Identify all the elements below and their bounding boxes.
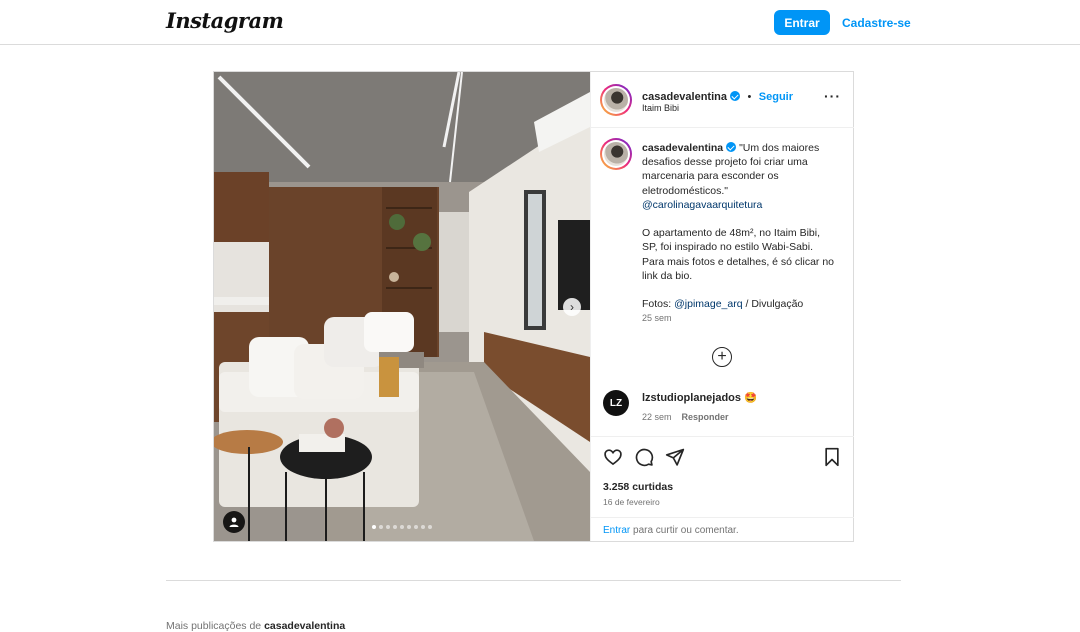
top-navbar: Instagram Entrar Cadastre-se [0,0,1080,45]
heart-icon[interactable] [603,447,623,467]
carousel-dot [421,525,425,529]
commenter-avatar[interactable]: LZ [603,390,629,416]
more-posts-username[interactable]: casadevalentina [264,620,345,632]
comment-text: 🤩 [743,392,758,404]
reply-button[interactable]: Responder [682,412,729,422]
login-prompt-text: para curtir ou comentar. [630,525,739,536]
verified-icon [730,91,740,101]
post-card: › casadevalentina • Seguir Itaim Bibi ··… [213,71,854,542]
carousel-indicators [372,525,432,529]
separator-dot: • [747,91,752,103]
bookmark-icon[interactable] [823,447,841,467]
login-prompt: Entrar para curtir ou comentar. [591,517,854,541]
login-prompt-link[interactable]: Entrar [603,525,630,536]
carousel-dot [379,525,383,529]
more-posts-prefix: Mais publicações de [166,620,265,632]
add-circle-icon[interactable]: + [712,347,732,367]
commenter-username[interactable]: lzstudioplanejados [642,392,741,404]
signup-link[interactable]: Cadastre-se [842,16,911,30]
likes-count[interactable]: 3.258 curtidas [603,481,673,493]
photo-credit-link[interactable]: @jpimage_arq [674,298,742,310]
carousel-dot [393,525,397,529]
carousel-dot [428,525,432,529]
author-username[interactable]: casadevalentina [642,91,727,103]
photo-credit-suffix: / Divulgação [742,298,804,311]
carousel-dot [386,525,390,529]
share-icon[interactable] [665,447,685,467]
instagram-logo[interactable]: Instagram [166,8,284,33]
post-actions: 3.258 curtidas 16 de fevereiro [591,436,854,516]
post-sidebar: casadevalentina • Seguir Itaim Bibi ··· … [590,72,854,541]
caption-body: O apartamento de 48m², no Itaim Bibi, SP… [642,227,835,282]
post-header: casadevalentina • Seguir Itaim Bibi ··· [591,72,854,128]
section-divider [166,580,901,581]
user-tag-icon [229,517,239,527]
caption-avatar[interactable] [600,138,632,170]
comment-icon[interactable] [634,447,654,467]
mention-link[interactable]: @carolinagavaarquitetura [642,199,762,211]
carousel-dot [414,525,418,529]
carousel-dot [372,525,376,529]
login-button[interactable]: Entrar [774,10,830,35]
post-location[interactable]: Itaim Bibi [642,103,679,113]
more-icon[interactable]: ··· [824,88,841,104]
more-posts-heading: Mais publicações de casadevalentina [166,620,345,632]
user-tag-button[interactable] [223,511,245,533]
author-avatar[interactable] [600,84,632,116]
post-date[interactable]: 16 de fevereiro [603,497,660,507]
apartment-photo [214,72,590,541]
chevron-right-icon: › [570,300,574,314]
post-image[interactable]: › [214,72,590,541]
carousel-dot [407,525,411,529]
comment-time[interactable]: 22 sem [642,412,672,422]
verified-icon [726,142,737,152]
caption-time[interactable]: 25 sem [642,313,672,323]
caption-username[interactable]: casadevalentina [642,142,723,154]
carousel-dot [400,525,404,529]
photo-credit-prefix: Fotos: [642,298,675,311]
follow-button[interactable]: Seguir [759,91,793,103]
carousel-next-button[interactable]: › [563,298,581,316]
